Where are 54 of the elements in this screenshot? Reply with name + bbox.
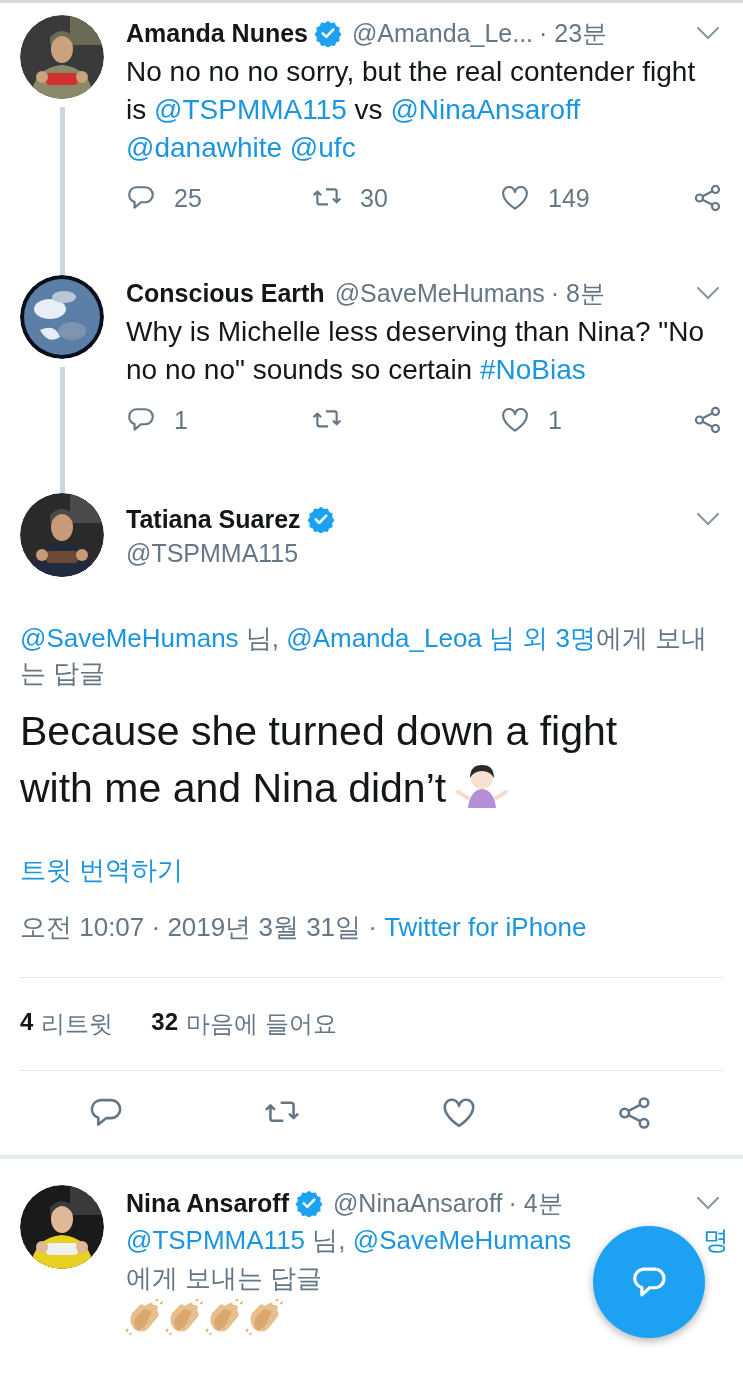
mention-link[interactable]: @Amanda_Leoa xyxy=(286,623,482,653)
stat-label[interactable]: 마음에 들어요 xyxy=(186,1008,337,1040)
user-handle: @TSPMMA115 xyxy=(126,539,300,568)
tweet-time: · 8분 xyxy=(550,277,606,309)
stat-count[interactable]: 4 xyxy=(20,1008,34,1040)
heart-icon[interactable] xyxy=(500,183,530,213)
mention-link[interactable]: #NoBias xyxy=(479,354,586,385)
user-handle: @Amanda_Le... xyxy=(352,18,534,48)
tweet-timestamp: 오전 10:07 · 2019년 3월 31일 · Twitter for iPhone xyxy=(20,910,723,978)
user-handle: @SaveMeHumans xyxy=(334,278,545,308)
user-name: Amanda Nunes xyxy=(126,18,308,48)
mention-link[interactable]: @NinaAnsaroff xyxy=(390,94,581,125)
user-handle: @NinaAnsaroff xyxy=(333,1188,503,1218)
shrugging-person-icon xyxy=(456,762,509,810)
action-count: 30 xyxy=(360,183,388,213)
mention-link[interactable]: @SaveMeHumans xyxy=(352,1221,572,1259)
tweet-text: No no no no sorry, but the real contender fight is @TSPMMA115 vs @NinaAnsaroff @danawhite @ufc xyxy=(126,55,697,165)
tweet-time: · 4분 xyxy=(508,1187,563,1219)
chevron-down-icon[interactable] xyxy=(695,285,721,301)
compose-reply-button[interactable] xyxy=(593,1226,705,1338)
action-count: 149 xyxy=(548,183,590,213)
tweet-text: Why is Michelle less deserving than Nina? "No no no no" sounds so certain #NoBias xyxy=(126,315,705,387)
mention-link[interactable]: @TSPMMA115 xyxy=(154,94,347,125)
clapping-hands-icon xyxy=(166,1299,204,1335)
mention-link[interactable]: @TSPMMA115 xyxy=(126,1221,306,1259)
mention-link[interactable]: Twitter for iPhone xyxy=(384,912,587,942)
heart-icon[interactable] xyxy=(500,405,530,435)
user-name: Conscious Earth xyxy=(126,278,325,308)
stat-label[interactable]: 리트윗 xyxy=(41,1008,114,1040)
tweet-time: · 23분 xyxy=(539,17,608,49)
chevron-down-icon[interactable] xyxy=(695,511,721,527)
reply-to-text: @SaveMeHumans 님, @Amanda_Leoa 님 외 3명에게 보내는 답글 xyxy=(20,622,709,690)
share-icon[interactable] xyxy=(693,405,723,435)
clapping-hands-icon xyxy=(246,1299,284,1335)
stat-count[interactable]: 32 xyxy=(151,1008,179,1040)
mention-link[interactable]: @ufc xyxy=(289,132,356,163)
share-icon[interactable] xyxy=(693,183,723,213)
chevron-down-icon[interactable] xyxy=(695,25,721,41)
mention-link[interactable]: @SaveMeHumans xyxy=(20,623,239,653)
action-count: 1 xyxy=(174,405,188,435)
mention-link[interactable]: @danawhite xyxy=(126,132,283,163)
user-name: Tatiana Suarez xyxy=(126,504,301,534)
mention-link[interactable]: 님 외 3명 xyxy=(481,623,596,653)
reply-to-text: 님, xyxy=(311,1224,347,1257)
clapping-hands-icon xyxy=(126,1299,164,1335)
action-count: 1 xyxy=(548,405,562,435)
translate-link[interactable]: 트윗 번역하기 xyxy=(20,853,184,888)
tweet-text: Because she turned down a fight with me and Nina didn’t xyxy=(20,707,619,813)
clapping-hands-icon xyxy=(206,1299,244,1335)
action-count: 25 xyxy=(174,183,202,213)
mention-link[interactable]: 명 xyxy=(703,1221,729,1259)
chevron-down-icon[interactable] xyxy=(695,1195,721,1211)
reply-to-text: 에게 보내는 답글 xyxy=(126,1262,323,1295)
user-name: Nina Ansaroff xyxy=(126,1188,289,1218)
